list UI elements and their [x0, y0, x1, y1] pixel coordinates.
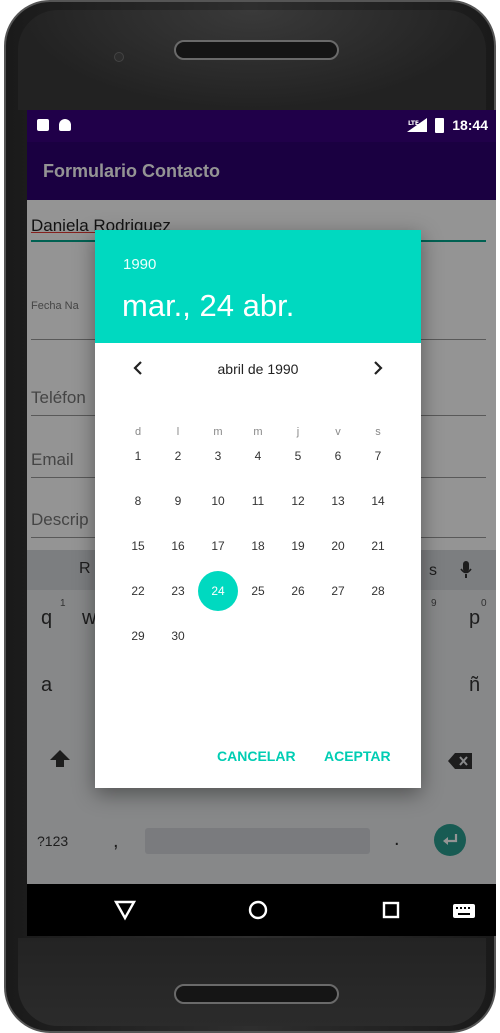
bottom-bezel [18, 938, 486, 1026]
date-picker-dialog: 1990 mar., 24 abr. abril de 1990 CANCELA… [95, 230, 421, 788]
month-navigation: abril de 1990 [95, 343, 421, 395]
header-selected-date[interactable]: mar., 24 abr. [122, 288, 294, 324]
calendar-day[interactable]: 13 [318, 481, 358, 521]
android-icon [59, 119, 71, 131]
notification-icon [37, 119, 49, 131]
calendar-day[interactable]: 5 [278, 436, 318, 476]
top-bezel [18, 10, 486, 110]
svg-text:LTE: LTE [408, 120, 419, 127]
calendar-day[interactable]: 12 [278, 481, 318, 521]
calendar-day[interactable]: 21 [358, 526, 398, 566]
status-bar: LTE 18:44 [27, 110, 496, 142]
calendar-day[interactable]: 4 [238, 436, 278, 476]
keyboard-icon[interactable] [452, 903, 476, 919]
calendar-day[interactable]: 9 [158, 481, 198, 521]
cancel-button[interactable]: CANCELAR [217, 748, 296, 764]
calendar-day[interactable]: 18 [238, 526, 278, 566]
header-year[interactable]: 1990 [123, 256, 156, 273]
calendar-day[interactable]: 1 [118, 436, 158, 476]
chevron-right-icon[interactable] [371, 358, 385, 378]
recents-square-icon[interactable] [381, 900, 401, 920]
calendar-day[interactable]: 23 [158, 571, 198, 611]
calendar-day[interactable]: 27 [318, 571, 358, 611]
calendar-day[interactable]: 22 [118, 571, 158, 611]
calendar-day[interactable]: 6 [318, 436, 358, 476]
calendar-day[interactable]: 10 [198, 481, 238, 521]
device-screen: LTE 18:44 Formulario Contacto Daniela Ro… [27, 110, 496, 936]
back-triangle-icon[interactable] [114, 899, 136, 921]
calendar-day-selected[interactable]: 24 [198, 571, 238, 611]
calendar-day[interactable]: 11 [238, 481, 278, 521]
calendar-day[interactable]: 29 [118, 616, 158, 656]
calendar-day[interactable]: 16 [158, 526, 198, 566]
signal-icon: LTE [407, 118, 428, 132]
calendar-day[interactable]: 30 [158, 616, 198, 656]
bottom-speaker [174, 984, 339, 1004]
calendar-day[interactable]: 17 [198, 526, 238, 566]
calendar-day[interactable]: 26 [278, 571, 318, 611]
calendar-day[interactable]: 14 [358, 481, 398, 521]
earpiece-speaker [174, 40, 339, 60]
calendar-day[interactable]: 2 [158, 436, 198, 476]
accept-button[interactable]: ACEPTAR [324, 748, 391, 764]
home-circle-icon[interactable] [247, 899, 269, 921]
calendar-day[interactable]: 8 [118, 481, 158, 521]
battery-icon [435, 117, 445, 133]
calendar-day[interactable]: 3 [198, 436, 238, 476]
calendar-day[interactable]: 28 [358, 571, 398, 611]
calendar-day[interactable]: 15 [118, 526, 158, 566]
front-camera [114, 52, 124, 62]
calendar-day[interactable]: 7 [358, 436, 398, 476]
calendar-day[interactable]: 20 [318, 526, 358, 566]
date-picker-header: 1990 mar., 24 abr. [95, 230, 421, 343]
calendar-day[interactable]: 19 [278, 526, 318, 566]
status-time: 18:44 [452, 117, 488, 133]
navigation-bar [27, 884, 496, 936]
calendar-day[interactable]: 25 [238, 571, 278, 611]
